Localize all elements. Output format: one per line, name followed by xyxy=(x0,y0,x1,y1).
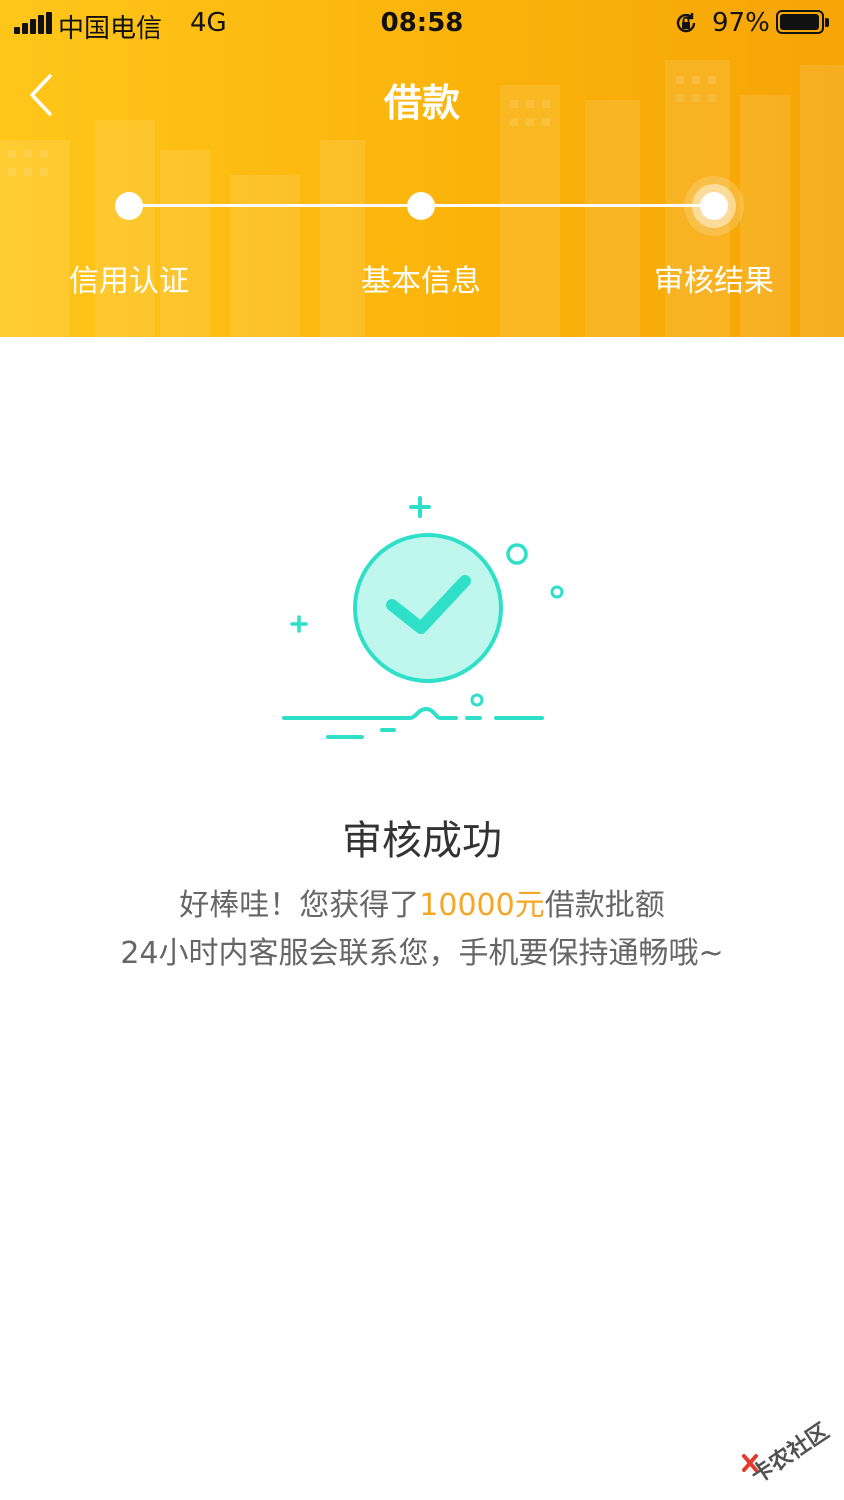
result-note: 24小时内客服会联系您，手机要保持通畅哦~ xyxy=(120,936,724,971)
status-bar: 中国电信 4G 08:58 97% xyxy=(0,0,844,48)
result-message-prefix: 好棒哇！您获得了 xyxy=(179,888,420,923)
step-label-basic-info: 基本信息 xyxy=(361,264,481,299)
page-title: 借款 xyxy=(383,81,460,125)
battery-icon xyxy=(776,10,829,34)
watermark-logo: 卡农社区 xyxy=(742,1418,833,1484)
svg-text:卡农社区: 卡农社区 xyxy=(746,1418,833,1484)
step-dot-basic-info xyxy=(407,192,435,220)
result-message: 好棒哇！您获得了10000元借款批额 xyxy=(0,880,844,924)
battery-percentage: 97% xyxy=(712,8,770,38)
result-message-suffix: 借款批额 xyxy=(544,888,665,923)
step-dot-review-result xyxy=(700,192,728,220)
success-check-icon xyxy=(282,496,564,739)
step-connector xyxy=(129,204,421,207)
step-dot-credit xyxy=(115,192,143,220)
step-connector xyxy=(421,204,714,207)
header-banner: 中国电信 4G 08:58 97% 借款 信用认证 基本信息 审核结果 xyxy=(0,0,844,337)
orientation-lock-icon xyxy=(676,13,696,33)
step-label-credit: 信用认证 xyxy=(69,264,189,299)
step-label-review-result: 审核结果 xyxy=(654,264,774,299)
loan-amount: 10000元 xyxy=(419,888,545,923)
result-title: 审核成功 xyxy=(342,818,502,864)
